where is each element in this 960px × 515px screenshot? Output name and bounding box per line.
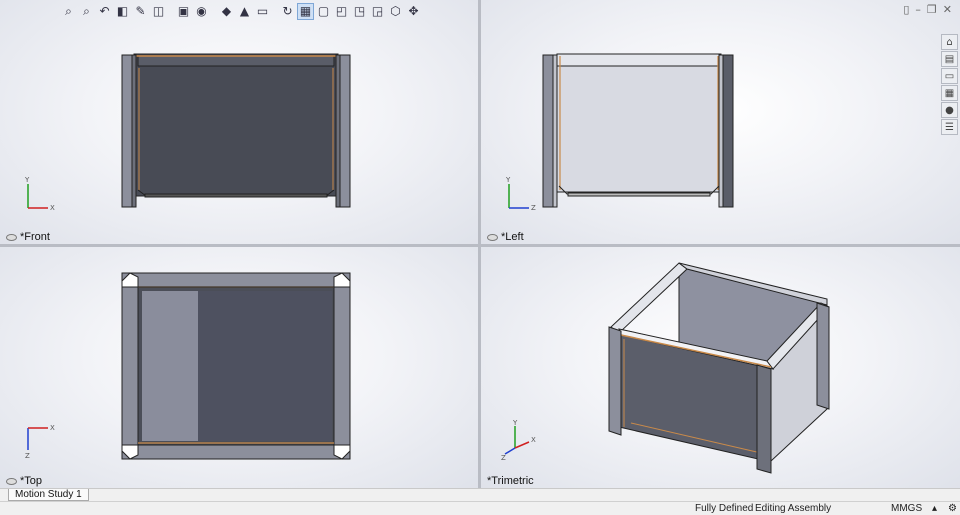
- status-bar: Fully Defined Editing Assembly MMGS ▴ ⚙: [0, 501, 960, 515]
- svg-text:Y: Y: [24, 176, 30, 184]
- view-palette-icon[interactable]: ▦: [941, 85, 958, 101]
- tri-post-front-right: [756, 364, 772, 474]
- svg-text:X: X: [50, 424, 55, 432]
- appearances-icon[interactable]: ●: [941, 102, 958, 118]
- maximize-icon[interactable]: ❐: [927, 3, 937, 16]
- viewport-front[interactable]: Y X *Front ⌕ ⌕ ↶ ◧ ✎ ◫ ▣ ◉ ◆ ▲ ▭ ↻ ▦ ▢ ◰…: [0, 0, 478, 244]
- axis-triad-left: Y Z: [501, 176, 551, 216]
- custom-properties-icon[interactable]: ☰: [941, 119, 958, 135]
- four-view-icon[interactable]: ▦: [297, 2, 314, 20]
- svg-text:Z: Z: [25, 452, 30, 460]
- svg-text:X: X: [531, 436, 536, 444]
- axis-triad-front: Y X: [20, 176, 70, 216]
- svg-text:Y: Y: [512, 420, 518, 427]
- trimetric-view-model: [608, 262, 830, 474]
- close-icon[interactable]: ✕: [943, 3, 952, 16]
- dynamic-annotation-icon[interactable]: ✎: [132, 3, 149, 20]
- svg-text:Z: Z: [501, 454, 506, 460]
- file-explorer-icon[interactable]: ▭: [941, 68, 958, 84]
- units-arrow-icon[interactable]: ▴: [932, 503, 937, 514]
- status-defined: Fully Defined: [695, 503, 754, 514]
- zoom-to-fit-icon[interactable]: ⌕: [60, 3, 77, 20]
- display-style-icon[interactable]: ▣: [175, 3, 192, 20]
- task-pane-tabs: ⌂ ▤ ▭ ▦ ● ☰: [941, 34, 959, 135]
- minimize-icon[interactable]: –: [915, 3, 921, 16]
- tri-post-back-right: [816, 302, 830, 410]
- front-view-model: [121, 53, 351, 208]
- apply-scene-icon[interactable]: ▲: [236, 3, 253, 20]
- bottom-tab-bar: Motion Study 1: [0, 488, 960, 501]
- front-panel: [133, 53, 339, 197]
- svg-text:Y: Y: [505, 176, 511, 184]
- axis-triad-top: Z X: [20, 420, 70, 460]
- left-panel: [556, 53, 722, 193]
- zoom-area-icon[interactable]: ⌕: [78, 3, 95, 20]
- viewport-label-trimetric[interactable]: *Trimetric: [487, 475, 534, 487]
- viewport-window-controls: ▯ – ❐ ✕: [903, 3, 952, 16]
- pan-icon[interactable]: ✥: [405, 3, 422, 20]
- restore-pane-icon[interactable]: ▯: [903, 3, 909, 16]
- link-views-icon[interactable]: ◲: [369, 3, 386, 20]
- viewport-trimetric[interactable]: Y X Z *Trimetric: [481, 247, 960, 488]
- viewport-label-left[interactable]: *Left: [487, 231, 524, 243]
- heads-up-view-toolbar: ⌕ ⌕ ↶ ◧ ✎ ◫ ▣ ◉ ◆ ▲ ▭ ↻ ▦ ▢ ◰ ◳ ◲ ⬡ ✥: [60, 2, 422, 20]
- viewport-label-top[interactable]: *Top: [6, 475, 42, 487]
- eye-icon: [487, 233, 498, 241]
- viewport-label-front[interactable]: *Front: [6, 231, 50, 243]
- two-view-horizontal-icon[interactable]: ◰: [333, 3, 350, 20]
- status-units[interactable]: MMGS: [891, 503, 922, 514]
- eye-icon: [6, 477, 17, 485]
- svg-text:X: X: [50, 204, 55, 212]
- top-view-model: [121, 272, 351, 460]
- eye-icon: [6, 233, 17, 241]
- section-view-icon[interactable]: ◧: [114, 3, 131, 20]
- edit-appearance-icon[interactable]: ◆: [218, 3, 235, 20]
- front-top-rail: [137, 55, 335, 67]
- design-library-icon[interactable]: ▤: [941, 51, 958, 67]
- customize-status-icon[interactable]: ⚙: [948, 503, 957, 514]
- viewport-left[interactable]: Y Z *Left ▯ – ❐ ✕ ⌂ ▤ ▭ ▦ ● ☰: [481, 0, 960, 244]
- axis-triad-trimetric: Y X Z: [501, 420, 551, 460]
- view-orientation-icon[interactable]: ◫: [150, 3, 167, 20]
- home-icon[interactable]: ⌂: [941, 34, 958, 50]
- rotate-icon[interactable]: ↻: [279, 3, 296, 20]
- viewport-top[interactable]: Z X *Top: [0, 247, 478, 488]
- two-view-vertical-icon[interactable]: ◳: [351, 3, 368, 20]
- status-mode: Editing Assembly: [755, 503, 832, 514]
- single-view-icon[interactable]: ▢: [315, 3, 332, 20]
- view-settings-icon[interactable]: ▭: [254, 3, 271, 20]
- svg-text:Z: Z: [531, 204, 536, 212]
- previous-view-icon[interactable]: ↶: [96, 3, 113, 20]
- viewport-splitter-horizontal[interactable]: [0, 244, 960, 247]
- tri-post-front-left: [608, 326, 622, 436]
- tab-motion-study-1[interactable]: Motion Study 1: [8, 489, 89, 501]
- hide-show-icon[interactable]: ◉: [193, 3, 210, 20]
- left-view-model: [542, 53, 734, 208]
- 3d-view-icon[interactable]: ⬡: [387, 3, 404, 20]
